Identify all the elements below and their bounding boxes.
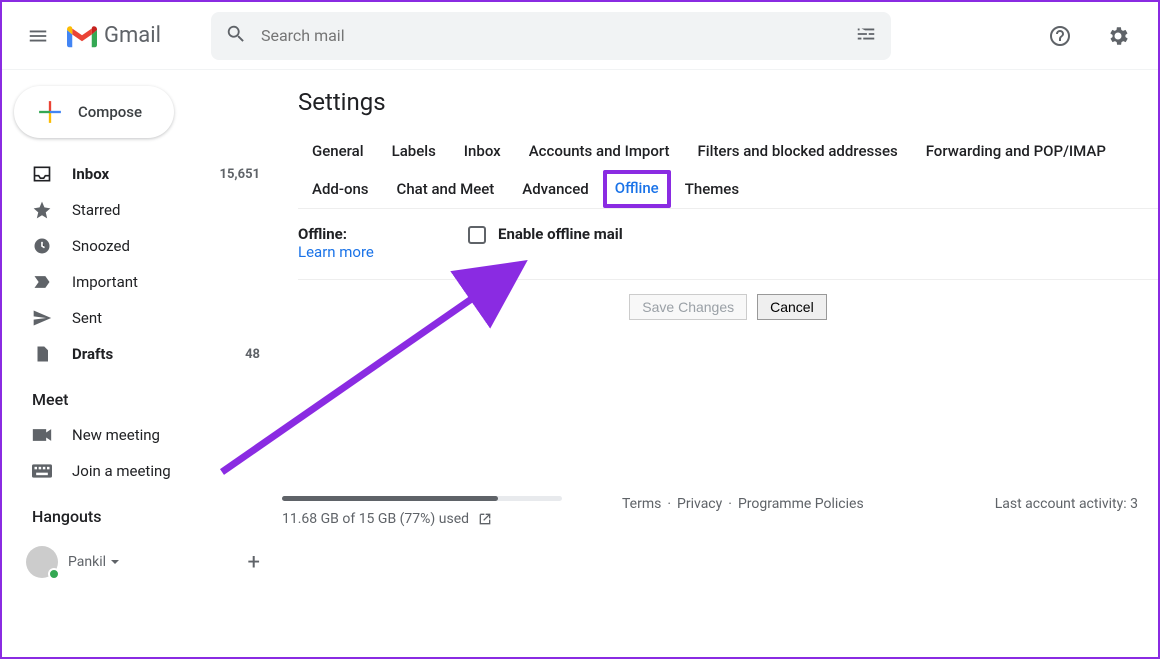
sidebar-item-inbox[interactable]: Inbox 15,651 — [2, 156, 282, 192]
sidebar-item-label: Starred — [72, 201, 260, 219]
clock-icon — [32, 236, 52, 256]
join-meeting-button[interactable]: Join a meeting — [2, 453, 282, 489]
sidebar-item-label: Important — [72, 273, 260, 291]
tab-accounts[interactable]: Accounts and Import — [515, 132, 684, 170]
storage-text: 11.68 GB of 15 GB (77%) used — [282, 511, 469, 527]
tab-labels[interactable]: Labels — [378, 132, 450, 170]
avatar — [26, 546, 58, 578]
offline-label: Offline: — [298, 225, 347, 243]
settings-tabs: General Labels Inbox Accounts and Import… — [298, 132, 1158, 209]
learn-more-link[interactable]: Learn more — [298, 243, 374, 261]
tab-addons[interactable]: Add-ons — [298, 170, 383, 208]
main-menu-button[interactable] — [18, 16, 58, 56]
footer-links: Terms· Privacy· Programme Policies — [622, 496, 864, 512]
search-input[interactable] — [261, 26, 855, 45]
video-icon — [32, 428, 52, 442]
inbox-icon — [32, 164, 52, 184]
keyboard-icon — [32, 464, 52, 478]
hangouts-user-name: Pankil — [68, 554, 106, 570]
tab-themes[interactable]: Themes — [671, 170, 753, 208]
join-meeting-label: Join a meeting — [72, 462, 260, 480]
sidebar-item-count: 15,651 — [220, 167, 261, 182]
page-title: Settings — [298, 88, 1158, 116]
tab-filters[interactable]: Filters and blocked addresses — [684, 132, 912, 170]
sidebar-item-starred[interactable]: Starred — [2, 192, 282, 228]
chevron-down-icon — [110, 557, 120, 567]
important-icon — [32, 272, 52, 292]
enable-offline-label: Enable offline mail — [498, 225, 623, 243]
sidebar-item-snoozed[interactable]: Snoozed — [2, 228, 282, 264]
account-activity[interactable]: Last account activity: 3 — [995, 496, 1138, 512]
star-icon — [32, 200, 52, 220]
tab-forwarding[interactable]: Forwarding and POP/IMAP — [912, 132, 1120, 170]
tab-advanced[interactable]: Advanced — [508, 170, 602, 208]
storage-bar-fill — [282, 496, 498, 501]
sidebar-item-drafts[interactable]: Drafts 48 — [2, 336, 282, 372]
policies-link[interactable]: Programme Policies — [738, 496, 864, 512]
sidebar-item-count: 48 — [245, 347, 260, 362]
sidebar: Compose Inbox 15,651 Starred Snoozed Imp… — [2, 70, 282, 657]
compose-button[interactable]: Compose — [14, 86, 174, 138]
help-button[interactable] — [1040, 16, 1080, 56]
tab-general[interactable]: General — [298, 132, 378, 170]
tab-offline[interactable]: Offline — [613, 179, 661, 197]
hangouts-user[interactable]: Pankil — [26, 546, 120, 578]
cancel-button[interactable]: Cancel — [757, 294, 827, 320]
sidebar-item-label: Drafts — [72, 345, 245, 363]
sidebar-item-sent[interactable]: Sent — [2, 300, 282, 336]
hangouts-add-button[interactable]: + — [248, 550, 260, 575]
presence-indicator — [48, 568, 60, 580]
new-meeting-button[interactable]: New meeting — [2, 417, 282, 453]
new-meeting-label: New meeting — [72, 426, 260, 444]
storage-info[interactable]: 11.68 GB of 15 GB (77%) used — [282, 496, 562, 527]
compose-plus-icon — [36, 98, 64, 126]
search-options-icon[interactable] — [855, 23, 877, 49]
drafts-icon — [32, 344, 52, 364]
privacy-link[interactable]: Privacy — [677, 496, 722, 512]
open-in-new-icon[interactable] — [477, 511, 493, 527]
search-icon — [225, 23, 247, 49]
app-name: Gmail — [104, 23, 161, 48]
search-bar[interactable] — [211, 12, 891, 60]
terms-link[interactable]: Terms — [622, 496, 661, 512]
compose-label: Compose — [78, 103, 142, 121]
annotation-highlight: Offline — [603, 170, 671, 208]
sidebar-item-label: Sent — [72, 309, 260, 327]
meet-section-title: Meet — [2, 372, 282, 417]
gmail-logo[interactable]: Gmail — [64, 22, 161, 50]
tab-chat[interactable]: Chat and Meet — [383, 170, 509, 208]
tab-inbox[interactable]: Inbox — [450, 132, 515, 170]
hangouts-section-title: Hangouts — [2, 489, 282, 534]
sidebar-item-important[interactable]: Important — [2, 264, 282, 300]
enable-offline-checkbox[interactable] — [468, 226, 486, 244]
save-changes-button: Save Changes — [629, 294, 747, 320]
sidebar-item-label: Snoozed — [72, 237, 260, 255]
settings-gear-button[interactable] — [1098, 16, 1138, 56]
sidebar-item-label: Inbox — [72, 165, 220, 183]
sent-icon — [32, 308, 52, 328]
